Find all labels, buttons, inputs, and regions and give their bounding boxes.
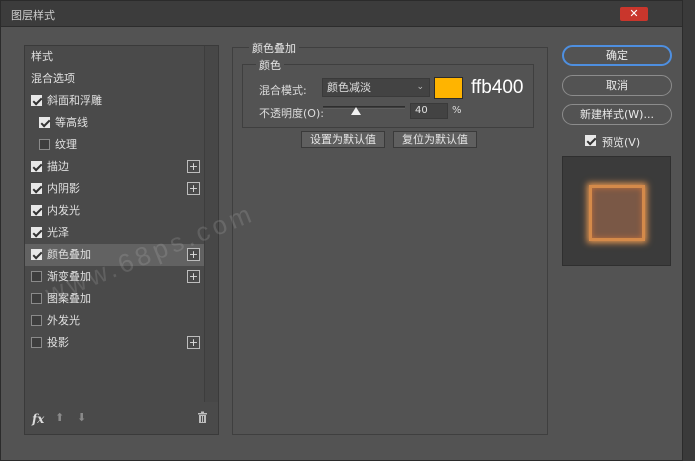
style-item-checkbox[interactable] (31, 161, 42, 172)
style-item-label: 等高线 (55, 116, 88, 129)
preview-checkbox[interactable] (585, 135, 596, 146)
blend-mode-value: 颜色减淡 (327, 81, 371, 94)
ok-button[interactable]: 确定 (562, 45, 672, 66)
new-style-button[interactable]: 新建样式(W)... (562, 104, 672, 125)
add-effect-icon[interactable]: + (187, 336, 200, 349)
blend-mode-select[interactable]: 颜色减淡 ⌄ (322, 78, 430, 97)
style-item[interactable]: 斜面和浮雕 (25, 90, 205, 112)
preview-label: 预览(V) (602, 136, 641, 149)
style-item[interactable]: 内发光 (25, 200, 205, 222)
style-item[interactable]: 纹理 (25, 134, 205, 156)
title-bar[interactable]: 图层样式 ✕ (1, 1, 682, 27)
move-up-icon[interactable]: ⬆ (55, 411, 64, 424)
add-effect-icon[interactable]: + (187, 160, 200, 173)
color-hex-annotation: ffb400 (471, 77, 524, 98)
styles-list-footer: fx ⬆ ⬇ (25, 404, 218, 434)
style-item-label: 内阴影 (47, 182, 80, 195)
cancel-button[interactable]: 取消 (562, 75, 672, 96)
style-item-label: 描边 (47, 160, 69, 173)
style-item-label: 投影 (47, 336, 69, 349)
style-item[interactable]: 混合选项 (25, 68, 205, 90)
move-down-icon[interactable]: ⬇ (77, 411, 86, 424)
style-item[interactable]: 投影 + (25, 332, 205, 354)
style-item[interactable]: 外发光 (25, 310, 205, 332)
style-item-label: 斜面和浮雕 (47, 94, 102, 107)
add-effect-icon[interactable]: + (187, 270, 200, 283)
close-button[interactable]: ✕ (620, 7, 648, 21)
style-item-checkbox[interactable] (31, 95, 42, 106)
style-item-label: 混合选项 (31, 72, 75, 85)
dialog-title: 图层样式 (11, 9, 55, 22)
preview-thumbnail (589, 185, 645, 241)
style-item[interactable]: 内阴影 + (25, 178, 205, 200)
set-default-button[interactable]: 设置为默认值 (301, 131, 385, 148)
opacity-slider[interactable] (323, 106, 405, 109)
style-item-checkbox[interactable] (31, 249, 42, 260)
style-item-checkbox[interactable] (39, 117, 50, 128)
color-group-title: 颜色 (256, 57, 284, 73)
trash-icon[interactable] (197, 411, 208, 426)
layer-style-dialog: 图层样式 ✕ 样式混合选项斜面和浮雕等高线纹理描边 + 内阴影 + 内发光光泽 颜色叠加 +… (0, 0, 683, 461)
style-item-label: 外发光 (47, 314, 80, 327)
add-effect-icon[interactable]: + (187, 182, 200, 195)
style-item[interactable]: 描边 + (25, 156, 205, 178)
style-item-checkbox[interactable] (31, 315, 42, 326)
style-item-checkbox[interactable] (39, 139, 50, 150)
style-preview (562, 156, 671, 266)
blend-mode-label: 混合模式: (259, 84, 307, 97)
style-item-label: 光泽 (47, 226, 69, 239)
style-item[interactable]: 等高线 (25, 112, 205, 134)
style-item[interactable]: 样式 (25, 46, 205, 68)
color-overlay-title: 颜色叠加 (249, 40, 299, 56)
opacity-unit: % (452, 105, 462, 116)
style-item-checkbox[interactable] (31, 183, 42, 194)
opacity-label: 不透明度(O): (259, 107, 324, 120)
fx-icon[interactable]: fx (32, 412, 44, 426)
style-item-label: 纹理 (55, 138, 77, 151)
style-item-label: 内发光 (47, 204, 80, 217)
opacity-input[interactable]: 40 (410, 103, 448, 119)
chevron-down-icon: ⌄ (416, 82, 424, 92)
style-item-checkbox[interactable] (31, 293, 42, 304)
style-item-checkbox[interactable] (31, 337, 42, 348)
color-swatch[interactable] (434, 77, 463, 99)
style-item-label: 样式 (31, 50, 53, 63)
style-item-checkbox[interactable] (31, 205, 42, 216)
background-app-edge (681, 0, 695, 461)
opacity-slider-thumb[interactable] (350, 107, 361, 115)
reset-default-button[interactable]: 复位为默认值 (393, 131, 477, 148)
style-item-checkbox[interactable] (31, 227, 42, 238)
